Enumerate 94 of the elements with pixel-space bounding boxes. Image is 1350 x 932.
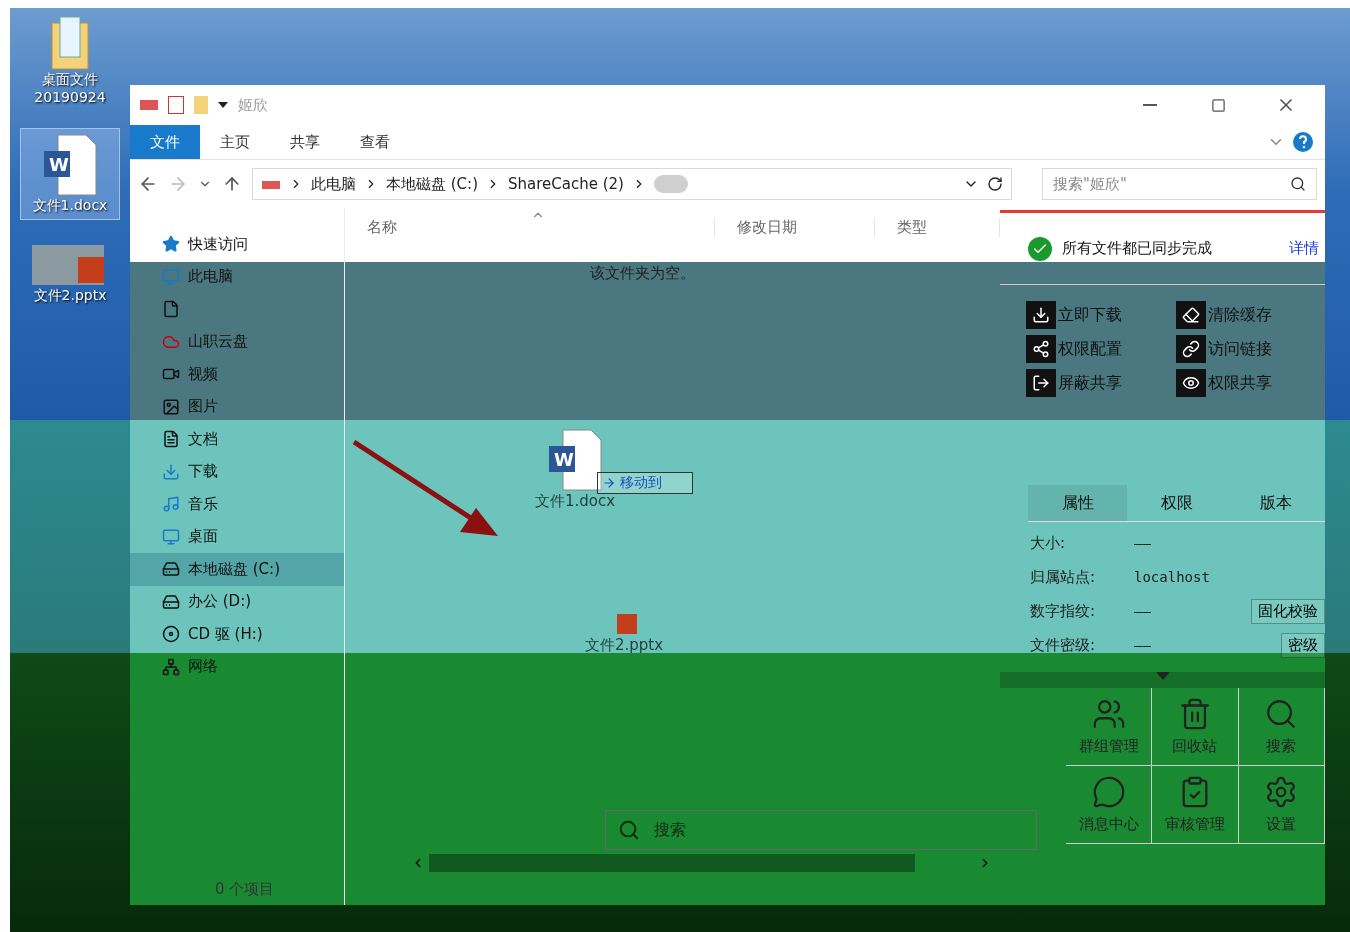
- column-header[interactable]: 类型: [875, 217, 1000, 237]
- column-header[interactable]: 修改日期: [715, 217, 875, 237]
- property-tab[interactable]: 权限: [1127, 485, 1226, 521]
- property-label: 大小:: [1030, 533, 1067, 553]
- nav-item[interactable]: 图片: [130, 390, 344, 423]
- nav-item[interactable]: 山职云盘: [130, 325, 344, 358]
- property-tab[interactable]: 版本: [1226, 485, 1325, 521]
- address-bar[interactable]: 此电脑 本地磁盘 (C:) ShareCache (2): [252, 168, 1012, 200]
- ribbon-tab[interactable]: 查看: [340, 125, 410, 159]
- nav-item[interactable]: 此电脑: [130, 260, 344, 293]
- tool-button[interactable]: 审核管理: [1152, 766, 1239, 844]
- exit-icon: [1026, 369, 1056, 397]
- search-field[interactable]: 搜索: [605, 810, 1037, 850]
- dropdown-icon[interactable]: [218, 102, 228, 108]
- share-icon: [1026, 335, 1056, 363]
- desktop-icon-tile[interactable]: 桌面文件 20190924: [20, 10, 120, 110]
- nav-item[interactable]: 网络: [130, 650, 344, 683]
- document-icon: [162, 430, 180, 449]
- refresh-icon[interactable]: [987, 176, 1003, 192]
- star-icon: [162, 235, 180, 254]
- details-link[interactable]: 详情: [1289, 239, 1319, 258]
- music-note-icon: [162, 495, 180, 514]
- download-icon: [1026, 301, 1056, 329]
- nav-item[interactable]: 本地磁盘 (C:): [130, 553, 344, 586]
- people-icon: [1091, 697, 1126, 731]
- tool-button[interactable]: 搜索: [1238, 688, 1325, 766]
- action-button[interactable]: 权限配置: [1026, 335, 1176, 363]
- desktop-icon-label: 文件2.pptx: [33, 287, 107, 305]
- breadcrumb-item[interactable]: ShareCache (2): [508, 175, 624, 193]
- tool-button[interactable]: 设置: [1238, 766, 1325, 844]
- nav-item[interactable]: 桌面: [130, 520, 344, 553]
- property-value: ——: [1134, 637, 1152, 653]
- clear-icon: [1175, 301, 1206, 329]
- tooltip-text: 移动到: [620, 474, 662, 492]
- property-label: 数字指纹:: [1030, 601, 1097, 621]
- search-field[interactable]: 搜索"姬欣": [1042, 168, 1317, 200]
- ribbon-tab[interactable]: 文件: [130, 125, 200, 159]
- minimize-icon: [1143, 104, 1157, 106]
- search-icon: [618, 819, 640, 841]
- blurred-folder-name: [653, 175, 688, 193]
- desktop-icon-tile[interactable]: W 文件1.docx: [20, 128, 120, 220]
- search-icon: [1290, 176, 1306, 192]
- help-icon[interactable]: [1293, 132, 1313, 152]
- chat-bubble-icon: [1091, 775, 1126, 809]
- window-title: 姬欣: [238, 95, 268, 115]
- property-value: localhost: [1134, 569, 1211, 585]
- nav-item[interactable]: 视频: [130, 358, 344, 391]
- ribbon-tab[interactable]: 共享: [270, 125, 340, 159]
- disc-icon: [162, 625, 180, 644]
- action-button[interactable]: 屏蔽共享: [1026, 369, 1176, 397]
- nav-item[interactable]: CD 驱 (H:): [130, 618, 344, 651]
- sync-status-text: 所有文件都已同步完成: [1062, 239, 1213, 258]
- folder-icon: [48, 15, 92, 71]
- eye-icon: [1175, 369, 1206, 397]
- monitor-icon: [162, 267, 180, 286]
- download-arrow-icon: [162, 462, 180, 481]
- network-icon: [162, 657, 180, 676]
- trash-icon: [1178, 697, 1212, 731]
- desktop-icon-label: 桌面文件 20190924: [34, 71, 106, 105]
- desktop-icon: [162, 527, 180, 546]
- action-button[interactable]: 权限共享: [1175, 369, 1325, 397]
- property-tab[interactable]: 属性: [1028, 485, 1127, 521]
- blank-file-icon: [162, 300, 180, 319]
- property-value: ——: [1134, 603, 1152, 619]
- ribbon-tab[interactable]: 主页: [200, 125, 270, 159]
- action-button[interactable]: 访问链接: [1175, 335, 1325, 363]
- desktop-icon-label: 文件1.docx: [32, 197, 108, 215]
- picture-icon: [162, 397, 180, 416]
- desktop-icon-tile[interactable]: 文件2.pptx: [20, 238, 120, 310]
- link-icon: [1175, 335, 1206, 363]
- empty-folder-message: 该文件夹为空。: [590, 264, 695, 283]
- nav-item[interactable]: 文档: [130, 423, 344, 456]
- maximize-icon: [1210, 97, 1226, 113]
- nav-item[interactable]: 快速访问: [130, 228, 344, 261]
- tool-button[interactable]: 消息中心: [1066, 766, 1153, 844]
- property-button[interactable]: 固化校验: [1251, 598, 1325, 624]
- breadcrumb-item[interactable]: 本地磁盘 (C:): [386, 174, 478, 194]
- property-button[interactable]: 密级: [1281, 632, 1325, 658]
- tool-button[interactable]: 群组管理: [1066, 688, 1153, 766]
- nav-item[interactable]: 办公 (D:): [130, 585, 344, 618]
- property-label: 文件密级:: [1030, 635, 1097, 655]
- property-value: ——: [1134, 535, 1152, 551]
- column-header[interactable]: 名称: [345, 217, 715, 237]
- property-label: 归属站点:: [1030, 567, 1097, 587]
- dragged-file-label: 文件1.docx: [535, 492, 616, 511]
- nav-item[interactable]: 下载: [130, 455, 344, 488]
- arrow-right-icon: [602, 476, 616, 490]
- nav-item[interactable]: 音乐: [130, 488, 344, 521]
- tool-button[interactable]: 回收站: [1152, 688, 1239, 766]
- breadcrumb-item[interactable]: 此电脑: [311, 174, 356, 194]
- action-button[interactable]: 立即下载: [1026, 301, 1176, 329]
- action-button[interactable]: 清除缓存: [1175, 301, 1325, 329]
- file-label: 文件2.pptx: [585, 636, 664, 655]
- status-bar-text: 0 个项目: [215, 880, 275, 899]
